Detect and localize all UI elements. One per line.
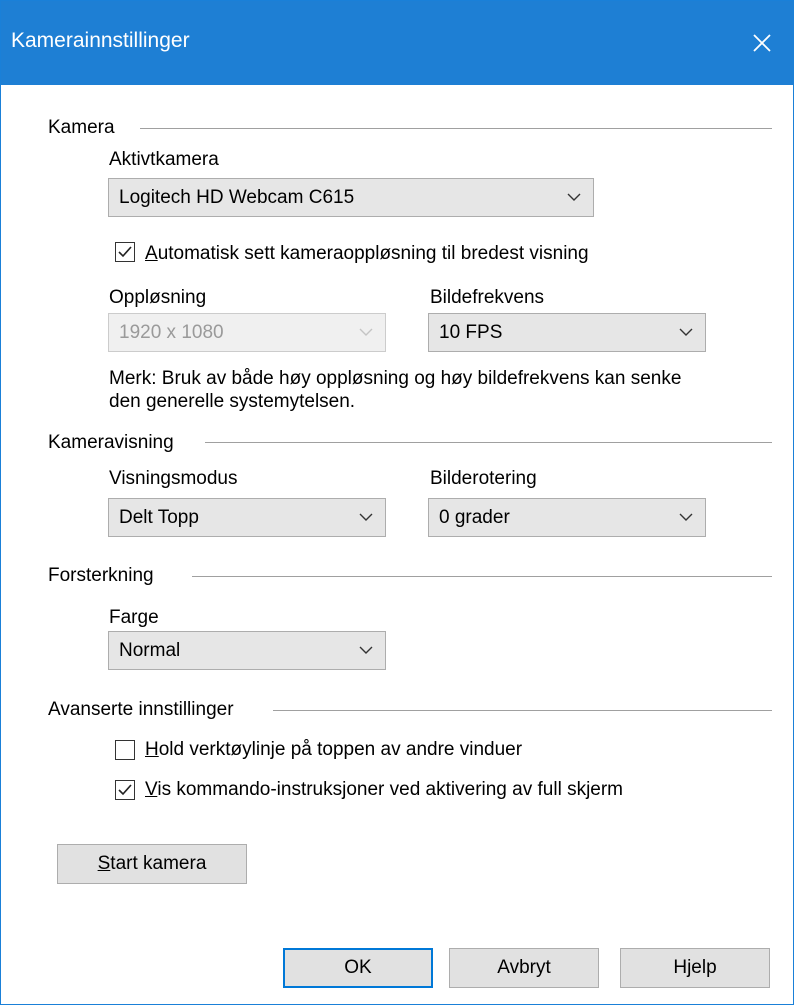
rotation-select[interactable]: 0 grader xyxy=(428,498,706,537)
group-title-visning: Kameravisning xyxy=(48,432,174,453)
title-bar: Kamerainnstillinger xyxy=(1,1,793,85)
resolution-select: 1920 x 1080 xyxy=(108,313,386,352)
fullscreen-instructions-text: is kommando-instruksjoner ved aktivering… xyxy=(157,779,624,800)
group-title-forsterkning: Forsterkning xyxy=(48,565,154,586)
group-title-avansert: Avanserte innstillinger xyxy=(48,699,234,720)
fullscreen-instructions-mnemonic: V xyxy=(145,779,158,800)
close-icon xyxy=(753,34,771,52)
auto-resolution-text: utomatisk sett kameraoppløsning til bred… xyxy=(157,243,589,264)
fullscreen-instructions-label[interactable]: Vis kommando-instruksjoner ved aktiverin… xyxy=(145,779,623,801)
toolbar-on-top-mnemonic: H xyxy=(145,739,159,760)
color-value: Normal xyxy=(119,640,181,661)
fullscreen-instructions-checkbox[interactable] xyxy=(115,780,135,800)
checkmark-icon xyxy=(118,246,132,258)
auto-resolution-mnemonic: A xyxy=(145,243,158,264)
color-label: Farge xyxy=(109,607,159,628)
view-mode-select[interactable]: Delt Topp xyxy=(108,498,386,537)
chevron-down-icon xyxy=(359,328,373,336)
color-select[interactable]: Normal xyxy=(108,631,386,670)
view-mode-label: Visningsmodus xyxy=(109,468,238,489)
active-camera-select[interactable]: Logitech HD Webcam C615 xyxy=(108,178,594,217)
chevron-down-icon xyxy=(359,513,373,521)
help-button[interactable]: Hjelp xyxy=(620,948,770,988)
resolution-value: 1920 x 1080 xyxy=(119,322,224,343)
close-button[interactable] xyxy=(731,1,793,85)
framerate-value: 10 FPS xyxy=(439,322,503,343)
group-divider-avansert xyxy=(273,710,772,711)
chevron-down-icon xyxy=(679,513,693,521)
checkmark-icon xyxy=(118,784,132,796)
ok-button[interactable]: OK xyxy=(283,948,433,988)
toolbar-on-top-checkbox[interactable] xyxy=(115,740,135,760)
framerate-select[interactable]: 10 FPS xyxy=(428,313,706,352)
toolbar-on-top-label[interactable]: Hold verktøylinje på toppen av andre vin… xyxy=(145,739,522,761)
toolbar-on-top-text: old verktøylinje på toppen av andre vind… xyxy=(158,739,523,760)
dialog-window: Kamerainnstillinger Kamera Aktivtkamera … xyxy=(0,0,794,1005)
rotation-label: Bilderotering xyxy=(430,468,537,489)
resolution-label: Oppløsning xyxy=(109,287,207,308)
framerate-label: Bildefrekvens xyxy=(430,287,545,308)
chevron-down-icon xyxy=(359,646,373,654)
chevron-down-icon xyxy=(567,193,581,201)
start-camera-button[interactable]: Start kamera xyxy=(57,844,247,884)
rotation-value: 0 grader xyxy=(439,507,510,528)
active-camera-value: Logitech HD Webcam C615 xyxy=(119,187,355,208)
view-mode-value: Delt Topp xyxy=(119,507,199,528)
note-line-1: Merk: Bruk av både høy oppløsning og høy… xyxy=(109,368,682,389)
window-title: Kamerainnstillinger xyxy=(11,29,190,52)
group-title-kamera: Kamera xyxy=(48,117,115,138)
note-line-2: den generelle systemytelsen. xyxy=(109,391,356,412)
cancel-button[interactable]: Avbryt xyxy=(449,948,599,988)
group-divider-visning xyxy=(205,442,772,443)
group-divider-forsterkning xyxy=(192,576,772,577)
start-camera-mnemonic: S xyxy=(97,853,111,874)
auto-resolution-checkbox[interactable] xyxy=(115,242,135,262)
start-camera-text: tart kamera xyxy=(110,853,207,874)
active-camera-label: Aktivtkamera xyxy=(109,149,219,170)
group-divider-kamera xyxy=(140,128,772,129)
auto-resolution-label[interactable]: Automatisk sett kameraoppløsning til bre… xyxy=(145,243,589,265)
chevron-down-icon xyxy=(679,328,693,336)
